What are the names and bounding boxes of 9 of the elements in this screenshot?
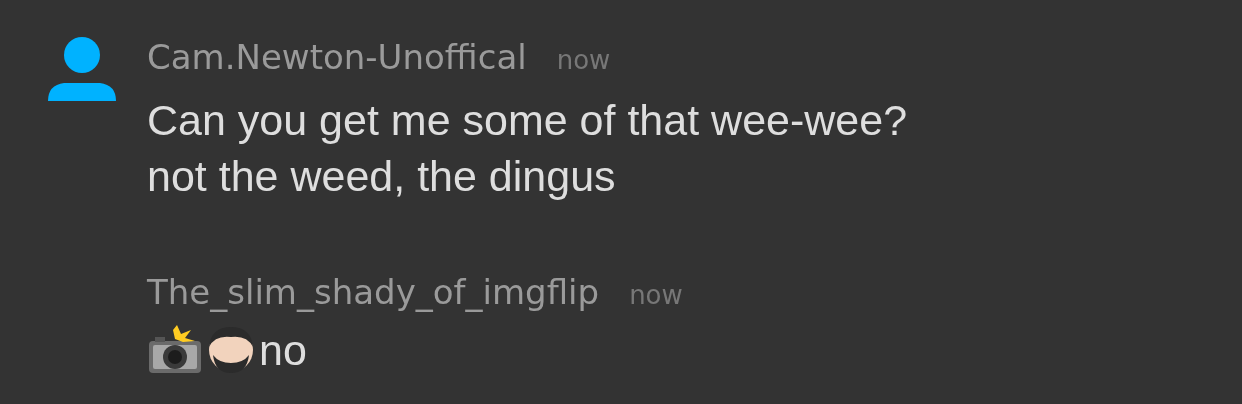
camera-flash-icon (147, 325, 203, 375)
person-icon (207, 325, 255, 375)
timestamp: now (629, 279, 683, 312)
message-text: no (259, 325, 307, 376)
username[interactable]: Cam.Newton-Unoffical (147, 37, 527, 77)
message-text: Can you get me some of that wee-wee? (147, 95, 908, 146)
username[interactable]: The_slim_shady_of_imgflip (147, 272, 600, 312)
message-text: not the weed, the dingus (147, 151, 617, 202)
timestamp: now (556, 44, 611, 77)
